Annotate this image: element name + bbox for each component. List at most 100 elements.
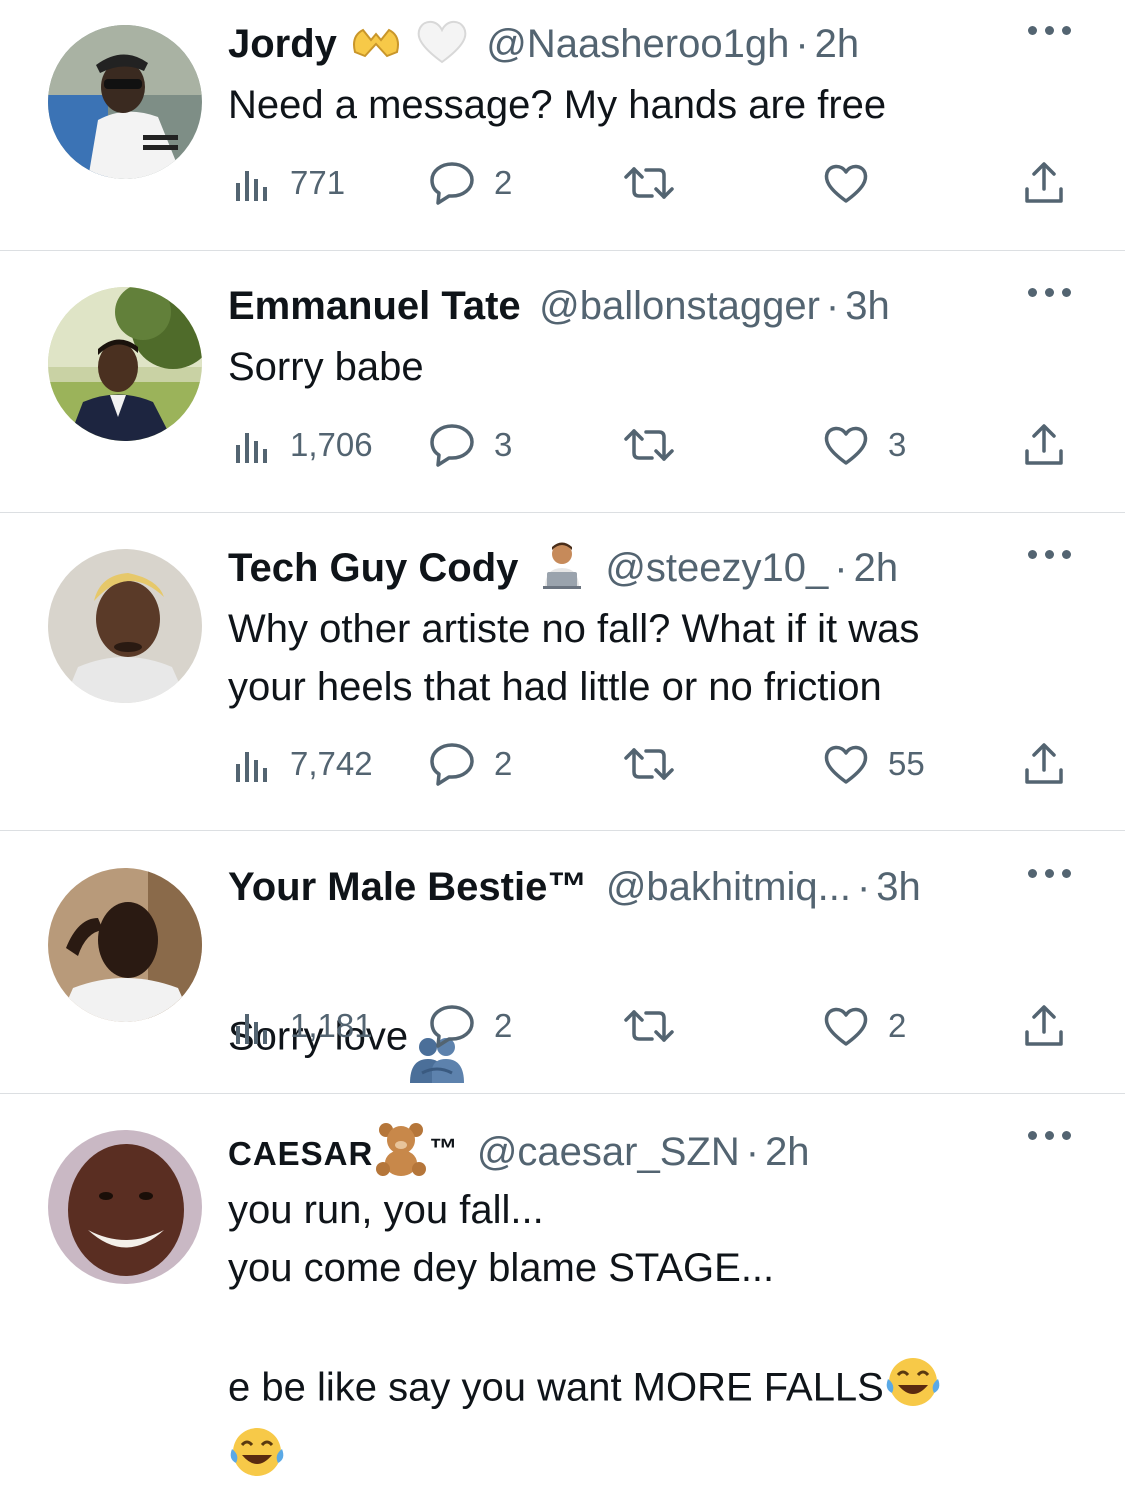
views-icon <box>236 433 267 463</box>
trademark-symbol: ™ <box>429 1133 459 1164</box>
repost-button[interactable] <box>622 415 694 475</box>
timestamp[interactable]: 2h <box>815 22 860 66</box>
timestamp[interactable]: 2h <box>765 1130 810 1174</box>
heart-icon <box>824 164 868 203</box>
tweet-header: Your Male Bestie™ @bakhitmiq... · 3h <box>228 859 921 915</box>
share-icon <box>1025 424 1063 465</box>
tweet-text-line: e be like say you want MORE FALLS <box>228 1365 884 1410</box>
tweet-text-line: you run, you fall... <box>228 1188 544 1232</box>
avatar[interactable] <box>48 25 202 179</box>
like-button[interactable]: 2 <box>822 996 906 1056</box>
user-handle[interactable]: @ballonstagger <box>539 284 820 328</box>
more-options-icon[interactable] <box>1028 26 1072 36</box>
separator-dot: · <box>795 22 809 66</box>
views-count: 771 <box>290 164 346 201</box>
user-handle[interactable]: @Naasheroo1gh <box>486 22 789 66</box>
like-count: 3 <box>888 426 907 463</box>
repost-icon <box>624 1010 674 1042</box>
more-options-icon[interactable] <box>1028 1131 1072 1141</box>
user-handle[interactable]: @caesar_SZN <box>477 1130 740 1174</box>
share-button[interactable] <box>1022 734 1066 794</box>
separator-dot: · <box>856 865 871 909</box>
avatar[interactable] <box>48 868 202 1022</box>
share-button[interactable] <box>1022 153 1066 213</box>
more-options-icon[interactable] <box>1028 869 1072 879</box>
avatar[interactable] <box>48 1130 202 1284</box>
tweet-header: CAESAR ™ @caesar_SZN · 2h <box>228 1121 810 1177</box>
tweet-divider <box>0 512 1125 513</box>
display-name[interactable]: Tech Guy Cody <box>228 546 518 590</box>
share-icon <box>1025 162 1063 203</box>
timestamp[interactable]: 2h <box>854 546 899 590</box>
tweet-actions: 1,181 2 2 <box>228 996 1088 1056</box>
reply-button[interactable]: 3 <box>428 415 512 475</box>
display-name[interactable]: CAESAR <box>228 1135 373 1172</box>
timestamp[interactable]: 3h <box>845 284 890 328</box>
views-button[interactable]: 1,181 <box>232 996 373 1056</box>
repost-button[interactable] <box>622 153 694 213</box>
separator-dot: · <box>745 1130 760 1175</box>
reply-count: 3 <box>494 426 513 463</box>
tweet-actions: 7,742 2 55 <box>228 734 1088 794</box>
like-count: 55 <box>888 745 925 782</box>
heart-icon <box>824 1007 868 1046</box>
tweet-text-blank-line <box>228 1297 942 1355</box>
tweet-5[interactable]: CAESAR ™ @caesar_SZN · 2h you run, you fal… <box>0 1105 1125 1490</box>
separator-dot: · <box>834 546 848 591</box>
display-name[interactable]: Jordy <box>228 22 337 66</box>
tears-of-joy-icon <box>228 1425 286 1495</box>
tweet-4[interactable]: Your Male Bestie™ @bakhitmiq... · 3h Sorry… <box>0 843 1125 1093</box>
avatar[interactable] <box>48 549 202 703</box>
views-button[interactable]: 771 <box>232 153 345 213</box>
user-handle[interactable]: @bakhitmiq... <box>606 865 851 909</box>
reply-button[interactable]: 2 <box>428 734 512 794</box>
tweet-actions: 771 2 <box>228 153 1088 213</box>
views-icon <box>236 1014 267 1044</box>
views-button[interactable]: 7,742 <box>232 734 373 794</box>
reply-button[interactable]: 2 <box>428 153 512 213</box>
tweet-divider <box>0 250 1125 251</box>
tweet-3[interactable]: Tech Guy Cody @steezy10_ · 2h Why other ar… <box>0 524 1125 830</box>
share-button[interactable] <box>1022 415 1066 475</box>
repost-button[interactable] <box>622 996 694 1056</box>
repost-icon <box>624 167 674 199</box>
timestamp[interactable]: 3h <box>876 865 921 909</box>
like-button[interactable]: 3 <box>822 415 906 475</box>
share-icon <box>1025 1005 1063 1046</box>
reply-icon <box>430 1005 474 1048</box>
tweet-text-line: you come dey blame STAGE... <box>228 1246 775 1290</box>
hands-heart-icon <box>349 22 403 84</box>
heart-icon <box>824 745 868 784</box>
views-button[interactable]: 1,706 <box>232 415 373 475</box>
tweet-1[interactable]: Jordy @Naasheroo1gh · 2h Need a message? M… <box>0 0 1125 250</box>
more-options-icon[interactable] <box>1028 550 1072 560</box>
like-button[interactable] <box>822 153 888 213</box>
share-button[interactable] <box>1022 996 1066 1056</box>
share-icon <box>1025 743 1063 784</box>
tweet-text: Why other artiste no fall? What if it wa… <box>228 607 920 709</box>
views-count: 7,742 <box>290 745 373 782</box>
views-icon <box>236 752 267 782</box>
display-name[interactable]: Emmanuel Tate <box>228 284 521 328</box>
reply-count: 2 <box>494 1007 513 1044</box>
avatar[interactable] <box>48 287 202 441</box>
tweet-header: Emmanuel Tate @ballonstagger · 3h <box>228 278 890 334</box>
user-handle[interactable]: @steezy10_ <box>605 546 828 590</box>
more-options-icon[interactable] <box>1028 288 1072 298</box>
views-count: 1,706 <box>290 426 373 463</box>
tweet-header: Tech Guy Cody @steezy10_ · 2h <box>228 540 898 596</box>
reply-icon <box>430 743 474 786</box>
tweet-divider <box>0 1093 1125 1094</box>
views-icon <box>236 171 267 201</box>
reply-icon <box>430 424 474 467</box>
tweet-actions: 1,706 3 3 <box>228 415 1088 475</box>
repost-icon <box>624 748 674 780</box>
tweet-2[interactable]: Emmanuel Tate @ballonstagger · 3h Sorry ba… <box>0 262 1125 512</box>
separator-dot: · <box>825 284 840 328</box>
display-name[interactable]: Your Male Bestie™ <box>228 865 587 909</box>
tweet-text: Need a message? My hands are free <box>228 83 887 127</box>
repost-button[interactable] <box>622 734 694 794</box>
tweet-text-line-with-emoji: e be like say you want MORE FALLS <box>228 1355 942 1425</box>
reply-button[interactable]: 2 <box>428 996 512 1056</box>
like-button[interactable]: 55 <box>822 734 925 794</box>
